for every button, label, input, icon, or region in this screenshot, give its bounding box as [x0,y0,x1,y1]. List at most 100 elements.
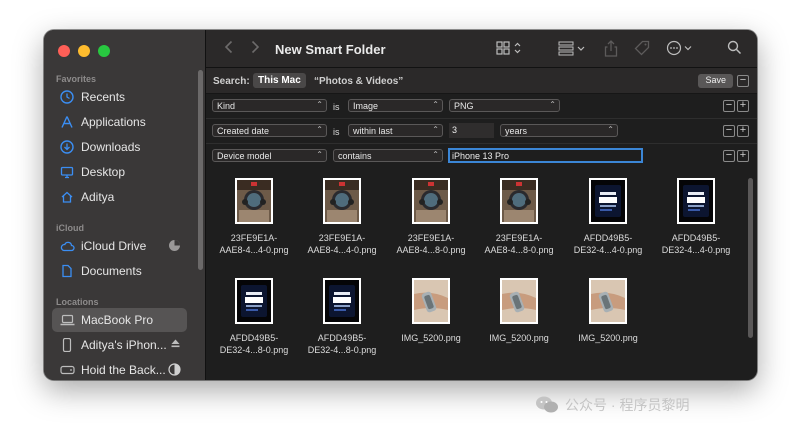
kind-value-popup[interactable]: Image ⌃ [348,99,443,112]
file-name-line2: DE32-4...8-0.png [219,345,289,355]
file-name-line1: 23FE9E1A- [407,233,455,243]
operator-label: is [333,127,340,137]
content-scrollbar[interactable] [748,178,753,338]
date-operator-popup[interactable]: within last ⌃ [348,124,443,137]
criteria-row-kind: Kind ⌃ is Image ⌃ PNG ⌃ − + [206,94,757,119]
minimize-button[interactable] [78,45,90,57]
file-name: IMG_5200.png [564,332,652,344]
remove-criterion-button[interactable]: − [723,100,735,112]
sidebar-item-backup-disk[interactable]: Hoid the Back... [52,358,187,380]
group-icon[interactable] [558,40,588,61]
search-icon[interactable] [727,40,742,60]
sidebar-item-recents[interactable]: Recents [52,85,187,109]
chevron-updown-icon: ⌃ [432,150,439,159]
wechat-icon [536,396,558,413]
add-criterion-button[interactable]: + [737,100,749,112]
attribute-popup[interactable]: Created date ⌃ [212,124,327,137]
icon-view-icon[interactable] [496,40,524,61]
eject-icon[interactable] [170,338,181,352]
chevron-updown-icon: ⌃ [316,100,323,109]
file-item[interactable]: 23FE9E1A- AAE8-4...4-0.png [210,178,298,256]
file-thumbnail [677,178,715,224]
file-thumbnail [412,178,450,224]
desktop-icon [59,164,75,180]
file-item[interactable]: IMG_5200.png [564,278,652,344]
file-item[interactable]: 23FE9E1A- AAE8-4...4-0.png [298,178,386,256]
remove-search-button[interactable]: − [737,75,749,87]
chevron-updown-icon: ⌃ [316,125,323,134]
file-name-line1: AFDD49B5- [583,233,633,243]
sidebar-item-label: Desktop [81,165,126,179]
file-name-line2: DE32-4...4-0.png [573,245,643,255]
chevron-updown-icon: ⌃ [432,100,439,109]
back-icon[interactable] [224,40,234,59]
more-actions-icon[interactable] [666,40,694,61]
attribute-popup[interactable]: Kind ⌃ [212,99,327,112]
file-name: AFDD49B5- DE32-4...4-0.png [564,232,652,256]
file-name-line2: AAE8-4...4-0.png [307,245,377,255]
contains-popup[interactable]: contains ⌃ [333,149,443,162]
row-add-remove: − + [723,100,749,112]
file-item[interactable]: AFDD49B5- DE32-4...4-0.png [564,178,652,256]
unit-popup[interactable]: years ⌃ [500,124,618,137]
file-name: AFDD49B5- DE32-4...8-0.png [210,332,298,356]
file-item[interactable]: IMG_5200.png [475,278,563,344]
sidebar-item-iphone[interactable]: Aditya's iPhon... [52,333,187,357]
icloud-heading: iCloud [56,223,84,233]
share-icon[interactable] [604,40,618,62]
close-button[interactable] [58,45,70,57]
chevron-updown-icon: ⌃ [432,125,439,134]
forward-icon[interactable] [250,40,260,59]
file-thumbnail [589,178,627,224]
criteria-row-device-model: Device model ⌃ contains ⌃ iPhone 13 Pro − + [206,144,757,169]
sidebar-item-downloads[interactable]: Downloads [52,135,187,159]
add-criterion-button[interactable]: + [737,150,749,162]
format-popup[interactable]: PNG ⌃ [449,99,560,112]
file-thumbnail [235,178,273,224]
favorites-heading: Favorites [56,74,97,84]
add-criterion-button[interactable]: + [737,125,749,137]
file-item[interactable]: 23FE9E1A- AAE8-4...8-0.png [387,178,475,256]
sidebar-item-label: Aditya [81,190,115,204]
criteria-row-created-date: Created date ⌃ is within last ⌃ 3 years ⌃ −… [206,119,757,144]
sidebar-item-label: iCloud Drive [81,239,147,253]
file-item[interactable]: IMG_5200.png [387,278,475,344]
remove-criterion-button[interactable]: − [723,125,735,137]
file-item[interactable]: AFDD49B5- DE32-4...8-0.png [298,278,386,356]
finder-window: Favorites Recents Applications Downloads… [44,30,757,380]
scope-this-mac-button[interactable]: This Mac [253,73,306,88]
chevron-updown-icon: ⌃ [316,150,323,159]
attribute-popup[interactable]: Device model ⌃ [212,149,327,162]
device-model-field[interactable]: iPhone 13 Pro [448,148,643,163]
sidebar-item-label: Downloads [81,140,141,154]
sidebar-item-label: MacBook Pro [81,313,154,327]
scope-folder-button[interactable]: “Photos & Videos” [314,76,403,87]
years-amount-field[interactable]: 3 [449,123,494,138]
save-button[interactable]: Save [698,74,733,88]
sidebar-item-macbook-pro[interactable]: MacBook Pro [52,308,187,332]
tag-icon[interactable] [634,40,650,61]
file-name-line1: IMG_5200.png [489,333,549,343]
disk-icon [59,362,75,378]
sidebar-item-aditya[interactable]: Aditya [52,185,187,209]
file-name-line2: AAE8-4...8-0.png [396,245,466,255]
zoom-button[interactable] [98,45,110,57]
file-thumbnail [323,278,361,324]
watermark-text: 公众号 · 程序员黎明 [565,397,690,413]
file-name: IMG_5200.png [387,332,475,344]
sidebar-item-applications[interactable]: Applications [52,110,187,134]
sidebar-item-desktop[interactable]: Desktop [52,160,187,184]
file-item[interactable]: AFDD49B5- DE32-4...8-0.png [210,278,298,356]
sidebar-item-documents[interactable]: Documents [52,259,187,283]
sidebar-scrollbar[interactable] [198,70,203,270]
sidebar-item-label: Recents [81,90,126,104]
toolbar: New Smart Folder [206,30,757,68]
file-item[interactable]: AFDD49B5- DE32-4...4-0.png [652,178,740,256]
file-name: AFDD49B5- DE32-4...4-0.png [652,232,740,256]
remove-criterion-button[interactable]: − [723,150,735,162]
watermark: 公众号 · 程序员黎明 [535,395,689,415]
file-name-line1: AFDD49B5- [671,233,721,243]
sidebar-item-icloud-drive[interactable]: iCloud Drive [52,234,187,258]
document-icon [59,263,75,279]
file-item[interactable]: 23FE9E1A- AAE8-4...8-0.png [475,178,563,256]
